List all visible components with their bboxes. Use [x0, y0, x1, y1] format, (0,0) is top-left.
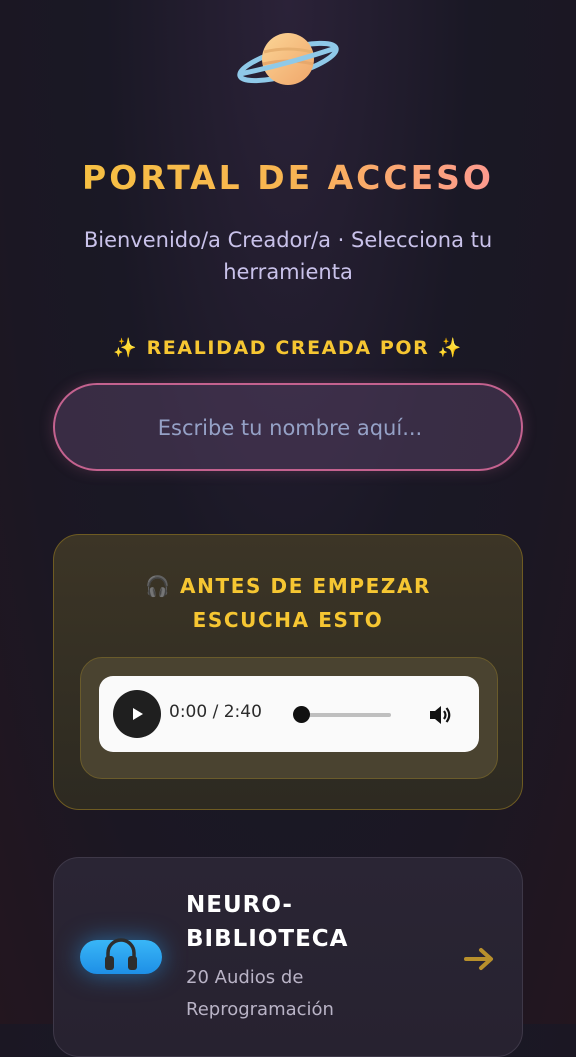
- play-icon: [133, 708, 143, 720]
- audio-player: 0:00 / 2:40: [99, 676, 479, 752]
- page-title: PORTAL DE ACCESO: [0, 158, 576, 197]
- headphones-icon: 🎧: [144, 574, 172, 598]
- name-input[interactable]: [55, 385, 525, 471]
- volume-icon[interactable]: [427, 702, 453, 728]
- library-description: 20 Audios de Reprogramación: [186, 967, 334, 1020]
- library-card[interactable]: NEURO-BIBLIOTECA 20 Audios de Reprograma…: [53, 857, 523, 1057]
- library-title: NEURO-BIBLIOTECA: [186, 892, 349, 952]
- headphones-icon: [105, 938, 137, 970]
- arrow-right-icon[interactable]: [464, 946, 496, 972]
- audio-card: 🎧 ANTES DE EMPEZAR ESCUCHA ESTO 0:00 / 2…: [53, 534, 523, 810]
- audio-progress-track[interactable]: [297, 713, 391, 717]
- audio-title-line2: ESCUCHA ESTO: [192, 608, 384, 632]
- name-field-wrapper: [53, 383, 525, 471]
- audio-progress-thumb[interactable]: [293, 706, 310, 723]
- creator-label: ✨ REALIDAD CREADA POR ✨: [113, 337, 463, 359]
- audio-title-line1: ANTES DE EMPEZAR: [180, 574, 432, 598]
- audio-time: 0:00 / 2:40: [169, 702, 262, 722]
- audio-player-frame: 0:00 / 2:40: [80, 657, 498, 779]
- library-icon-badge: [80, 938, 162, 974]
- page-subtitle: Bienvenido/a Creador/a · Selecciona tu h…: [83, 228, 493, 284]
- play-button[interactable]: [113, 690, 161, 738]
- audio-card-title: 🎧 ANTES DE EMPEZAR ESCUCHA ESTO: [54, 569, 522, 637]
- ringed-planet-icon: [237, 33, 339, 85]
